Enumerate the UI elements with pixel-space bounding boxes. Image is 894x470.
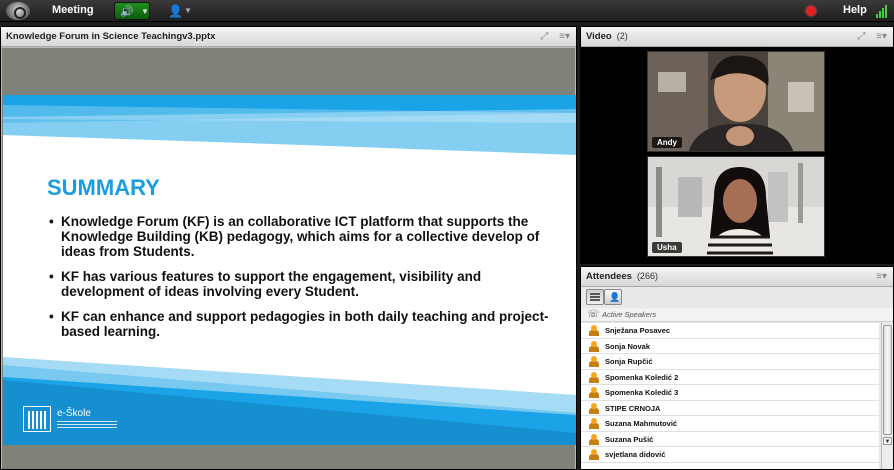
video-tile-andy[interactable]: Andy	[647, 51, 825, 152]
attendee-person-icon	[589, 356, 599, 367]
attendee-person-icon	[589, 433, 599, 445]
scroll-down-arrow-icon[interactable]: ▼	[883, 437, 892, 445]
fullscreen-icon[interactable]: ⤢	[857, 31, 865, 42]
attendee-name: svjetlana didović	[605, 450, 666, 459]
attendees-pod: Attendees (266) ≡▾ 👤 ☏ Active Speakers Sn…	[580, 266, 894, 470]
slide-bullet: Knowledge Forum (KF) is an collaborative…	[49, 214, 549, 259]
e-skole-logo-text: e-Škole	[57, 408, 91, 419]
slide-bullet: KF has various features to support the e…	[49, 269, 549, 299]
attendee-name: Suzana Mahmutović	[605, 419, 678, 428]
presentation-slide: SUMMARY Knowledge Forum (KF) is an colla…	[3, 95, 576, 445]
attendee-row[interactable]: svjetlana didović	[581, 447, 879, 463]
attendee-name: Spomenka Koledić 3	[605, 388, 679, 397]
video-pod-header: Video (2) ⤢ ≡▾	[581, 27, 893, 47]
signal-strength-icon	[876, 4, 890, 18]
top-bar: Meeting 🔊 ▼ 👤 ▼ Help	[0, 0, 894, 22]
list-view-button[interactable]	[586, 289, 604, 305]
video-tile-name: Usha	[652, 242, 682, 253]
e-skole-logo-icon	[23, 406, 51, 432]
active-speakers-label: Active Speakers	[602, 310, 657, 319]
chevron-down-icon[interactable]: ▼	[141, 7, 149, 16]
share-pod-header: Knowledge Forum in Science Teachingv3.pp…	[1, 27, 576, 47]
attendee-name: Sonja Rupčić	[605, 357, 653, 366]
microphone-icon: ☏	[587, 309, 600, 320]
attendee-row[interactable]: Spomenka Koledić 2	[581, 370, 879, 385]
attendee-list-scrollbar[interactable]: ▼	[881, 323, 893, 469]
attendee-count: (266)	[636, 271, 658, 281]
adobe-connect-logo-icon[interactable]	[6, 2, 30, 20]
attendee-name: STIPE CRNOJA	[605, 403, 661, 413]
active-speakers-row: ☏ Active Speakers	[581, 308, 893, 322]
video-count: (2)	[616, 31, 628, 41]
attendee-person-icon	[589, 325, 599, 336]
fullscreen-icon[interactable]: ⤢	[540, 31, 548, 42]
chevron-down-icon[interactable]: ▼	[184, 6, 192, 15]
video-area: Andy Usha	[581, 47, 893, 263]
slide-heading: SUMMARY	[47, 175, 160, 200]
status-view-button[interactable]: 👤	[604, 289, 622, 305]
attendees-toolbar: 👤	[581, 287, 893, 307]
pod-menu-icon[interactable]: ≡▾	[876, 271, 887, 282]
attendee-row[interactable]: Sonja Rupčić	[581, 354, 879, 370]
pod-menu-icon[interactable]: ≡▾	[876, 31, 887, 42]
attendee-name: Sonja Novak	[605, 341, 651, 351]
attendee-row[interactable]: Spomenka Koledić 3	[581, 385, 879, 401]
slide-bullet: KF can enhance and support pedagogies in…	[49, 309, 549, 339]
share-pod-title: Knowledge Forum in Science Teachingv3.pp…	[6, 31, 216, 42]
video-pod-title: Video	[586, 31, 612, 42]
webcam-person-icon: 👤	[168, 4, 183, 18]
person-card-icon: 👤	[609, 292, 621, 302]
pod-menu-icon[interactable]: ≡▾	[559, 31, 570, 42]
attendee-row[interactable]: Suzana Mahmutović	[581, 416, 879, 432]
audio-button[interactable]: 🔊 ▼	[114, 2, 150, 20]
list-view-icon	[590, 293, 600, 301]
attendee-name: Suzana Pušić	[605, 434, 654, 444]
attendee-person-icon	[589, 449, 599, 460]
share-pod: Knowledge Forum in Science Teachingv3.pp…	[0, 26, 577, 470]
attendee-name: Spomenka Koledić 2	[605, 372, 679, 382]
attendee-person-icon	[589, 371, 599, 383]
attendee-list: Snježana Posavec Sonja Novak Sonja Rupči…	[581, 323, 879, 469]
e-skole-logo: e-Škole	[23, 406, 143, 434]
help-menu[interactable]: Help	[843, 4, 867, 16]
attendee-row[interactable]: STIPE CRNOJA	[581, 401, 879, 416]
attendees-pod-header: Attendees (266) ≡▾	[581, 267, 893, 287]
attendee-row[interactable]: Snježana Posavec	[581, 323, 879, 339]
meeting-menu[interactable]: Meeting	[52, 4, 94, 16]
attendee-person-icon	[589, 387, 599, 398]
e-skole-logo-tagline	[57, 421, 117, 431]
video-tile-name: Andy	[652, 137, 682, 148]
attendee-person-icon	[589, 402, 599, 414]
attendee-row[interactable]: Suzana Pušić	[581, 432, 879, 447]
attendee-row[interactable]: Sonja Novak	[581, 339, 879, 354]
attendees-pod-title: Attendees	[586, 271, 632, 282]
video-pod: Video (2) ⤢ ≡▾ Andy Usha	[580, 26, 894, 264]
scrollbar-thumb[interactable]	[883, 325, 892, 435]
slide-bullet-list: Knowledge Forum (KF) is an collaborative…	[49, 214, 549, 349]
record-dot-icon[interactable]	[806, 6, 816, 16]
speaker-icon: 🔊	[120, 6, 134, 18]
attendee-person-icon	[589, 418, 599, 429]
video-tile-usha[interactable]: Usha	[647, 156, 825, 257]
attendee-name: Snježana Posavec	[605, 326, 671, 335]
attendee-person-icon	[589, 340, 599, 352]
webcam-button[interactable]: 👤 ▼	[164, 2, 194, 20]
